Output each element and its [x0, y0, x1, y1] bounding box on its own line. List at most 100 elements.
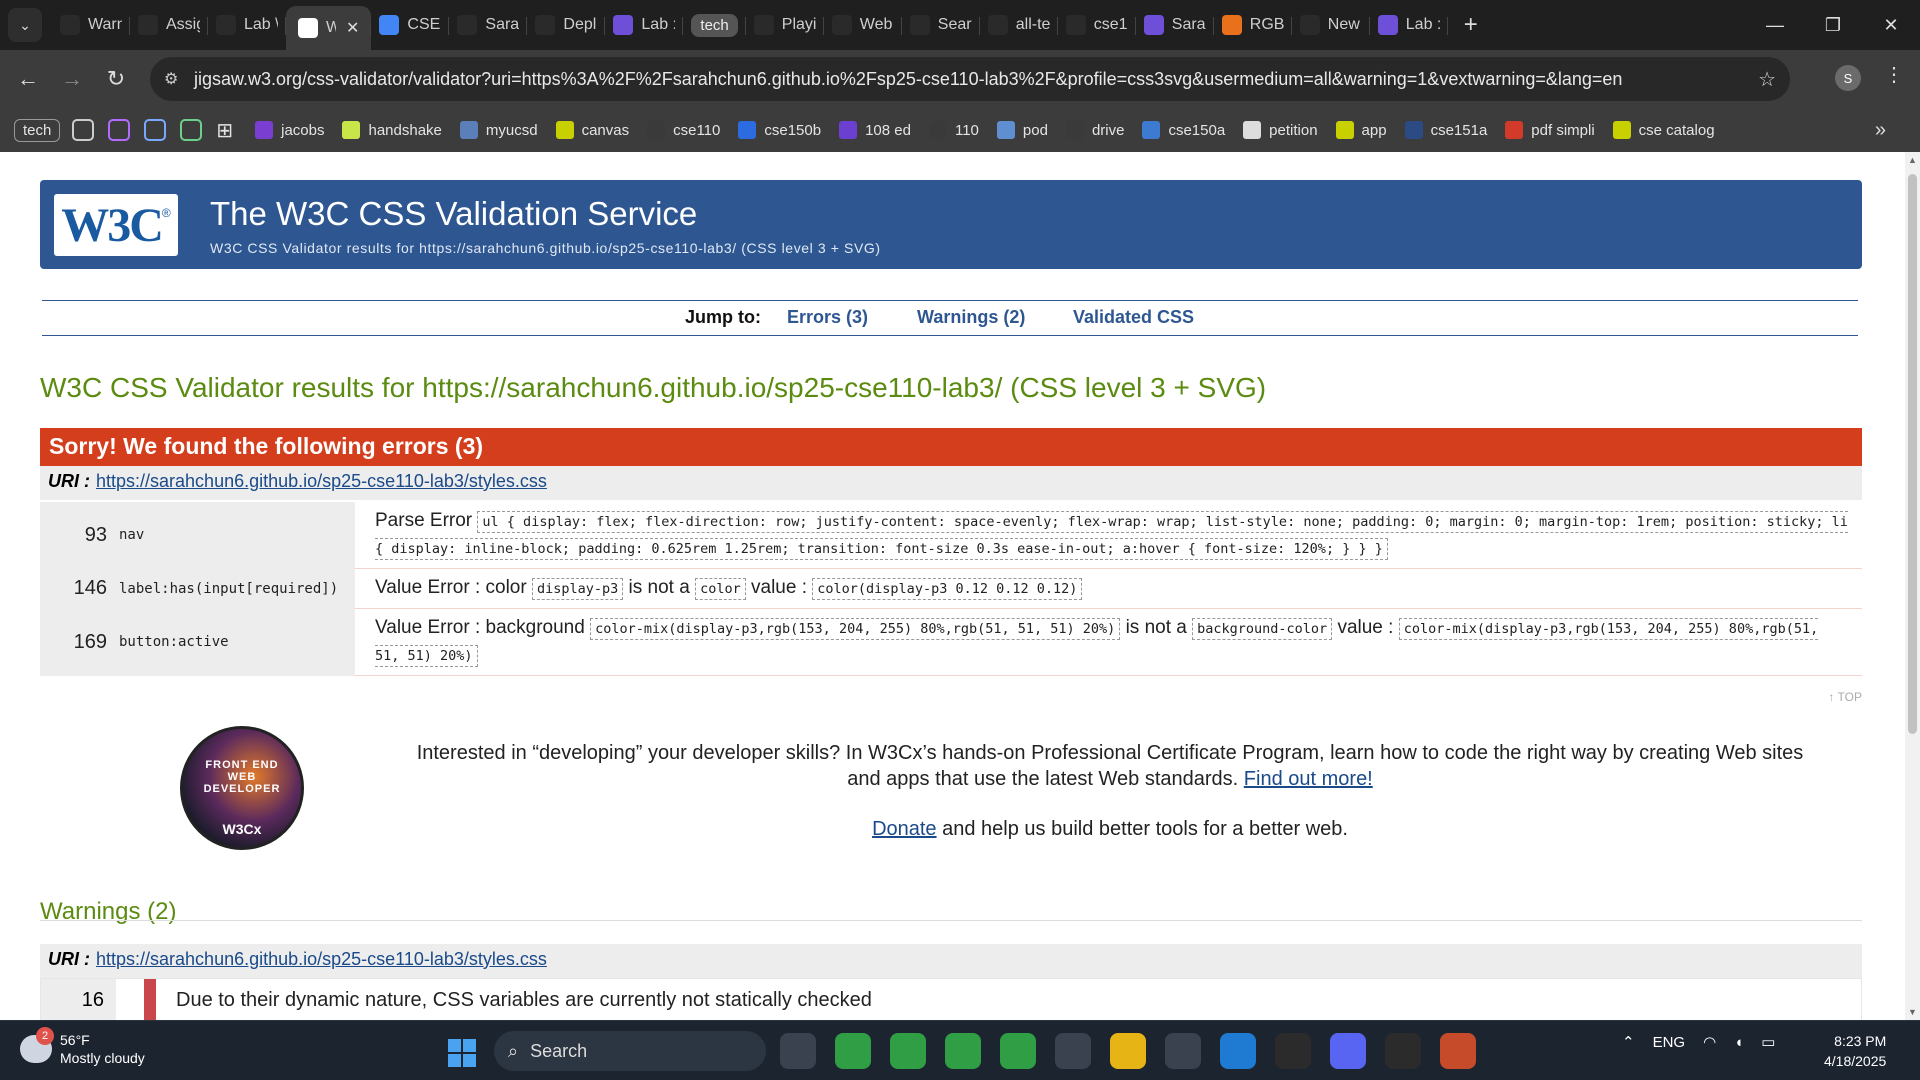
bookmark-cse-catalog[interactable]: cse catalog — [1612, 121, 1715, 139]
bookmark-canvas[interactable]: canvas — [555, 121, 629, 139]
tab-search-button[interactable]: ⌄ — [8, 8, 42, 42]
site-info-icon[interactable]: ⚙ — [164, 69, 184, 89]
jump-warnings-link[interactable]: Warnings (2) — [917, 307, 1025, 328]
browser-tab[interactable]: Sara — [1136, 5, 1214, 45]
promo-body: Interested in “developing” your develope… — [416, 742, 1804, 790]
bookmark-folder-icon[interactable] — [72, 119, 95, 141]
bookmark-110[interactable]: 110 — [928, 121, 979, 139]
bookmark-folder-icon[interactable] — [180, 119, 203, 141]
chevron-up-icon[interactable]: ⌃ — [1622, 1033, 1635, 1051]
audio-icon[interactable] — [1055, 1033, 1091, 1069]
menu-icon[interactable]: ⋮ — [1884, 62, 1904, 87]
w3cx-badge-image[interactable]: FRONT END WEB DEVELOPER W3Cx — [180, 726, 304, 850]
profile-avatar[interactable]: S — [1835, 65, 1861, 91]
donate-link[interactable]: Donate — [872, 818, 937, 840]
url-text[interactable]: jigsaw.w3.org/css-validator/validator?ur… — [194, 69, 1622, 90]
browser-tab[interactable]: Playi — [746, 5, 824, 45]
uri-link[interactable]: https://sarahchun6.github.io/sp25-cse110… — [96, 471, 547, 491]
jump-validated-css-link[interactable]: Validated CSS — [1073, 307, 1194, 328]
taskbar-search[interactable]: ⌕ Search — [494, 1031, 766, 1071]
handshake-icon — [342, 121, 361, 139]
browser-tab[interactable]: W ✕ — [286, 6, 372, 50]
browser-tab[interactable]: New — [1292, 5, 1370, 45]
bookmark-petition[interactable]: petition — [1243, 121, 1318, 139]
browser-tab[interactable]: Sear — [902, 5, 980, 45]
scrollbar-thumb[interactable] — [1908, 174, 1917, 734]
reload-button[interactable]: ↻ — [94, 66, 138, 92]
terminal-icon[interactable] — [1275, 1033, 1311, 1069]
bookmark-108-ed[interactable]: 108 ed — [839, 121, 911, 139]
bookmark-cse151a[interactable]: cse151a — [1404, 121, 1487, 139]
error-value: color-mix(display-p3,rgb(153, 204, 255) … — [590, 618, 1121, 640]
cmd-icon[interactable] — [1385, 1033, 1421, 1069]
tab-title: W — [326, 19, 336, 36]
volume-icon[interactable]: ◖ — [1734, 1034, 1743, 1051]
bookmark-label: 108 ed — [865, 121, 911, 139]
browser-tab[interactable]: Lab : — [1370, 5, 1448, 45]
back-to-top-link[interactable]: ↑ TOP — [1828, 690, 1862, 704]
chrome-profile-icon[interactable] — [890, 1033, 926, 1069]
bookmark-jacobs[interactable]: jacobs — [255, 121, 324, 139]
uri-link[interactable]: https://sarahchun6.github.io/sp25-cse110… — [96, 949, 547, 969]
find-out-more-link[interactable]: Find out more! — [1244, 768, 1373, 790]
maximize-button[interactable]: ❐ — [1804, 0, 1862, 50]
jump-errors-link[interactable]: Errors (3) — [787, 307, 868, 328]
chrome-third-icon[interactable] — [1000, 1033, 1036, 1069]
wifi-icon[interactable]: ◠ — [1703, 1033, 1716, 1051]
close-window-button[interactable]: ✕ — [1862, 0, 1920, 50]
minimize-button[interactable]: — — [1746, 0, 1804, 50]
browser-tab[interactable]: CSE1 — [371, 5, 450, 45]
bookmark-cse150a[interactable]: cse150a — [1142, 121, 1225, 139]
browser-tab[interactable]: Lab \ — [208, 5, 286, 45]
bookmark-cse110[interactable]: cse110 — [647, 121, 720, 139]
new-tab-button[interactable]: + — [1464, 11, 1478, 39]
browser-tab[interactable]: Web — [824, 5, 902, 45]
scroll-down-icon[interactable]: ▼ — [1907, 1007, 1918, 1017]
browser-tab[interactable]: cse1 — [1058, 5, 1136, 45]
error-prop: background-color — [1192, 618, 1333, 640]
browser-tab[interactable]: Assig — [130, 5, 208, 45]
bookmark-folder-icon[interactable] — [108, 119, 131, 141]
bookmark-star-icon[interactable]: ☆ — [1758, 67, 1776, 92]
file-explorer-icon[interactable] — [1110, 1033, 1146, 1069]
weather-widget[interactable]: 2 56°F Mostly cloudy — [20, 1027, 145, 1067]
browser-tab[interactable]: Depl — [527, 5, 606, 45]
bookmark-handshake[interactable]: handshake — [342, 121, 442, 139]
bookmark-cse150b[interactable]: cse150b — [738, 121, 821, 139]
more-bookmarks-icon[interactable]: » — [1875, 119, 1886, 142]
back-button[interactable]: ← — [6, 66, 50, 92]
tab-title: Lab : — [641, 16, 676, 33]
browser-tab[interactable]: Lab : — [605, 5, 684, 45]
battery-icon[interactable]: ▭ — [1761, 1033, 1775, 1051]
browser-tab[interactable]: Sara — [449, 5, 528, 45]
petition-icon — [1243, 121, 1262, 139]
task-view-icon[interactable] — [780, 1033, 816, 1069]
bookmark-drive[interactable]: drive — [1065, 121, 1124, 139]
page-scrollbar[interactable]: ▲ ▼ — [1905, 152, 1920, 1020]
git-icon[interactable] — [1440, 1033, 1476, 1069]
bookmark-group-tech[interactable]: tech — [14, 118, 61, 142]
start-button[interactable] — [448, 1039, 476, 1067]
chrome-alt-icon[interactable] — [945, 1033, 981, 1069]
bookmark-pdf-simpli[interactable]: pdf simpli — [1505, 121, 1595, 139]
tab-group-tech[interactable]: tech — [683, 5, 747, 45]
language-indicator[interactable]: ENG — [1653, 1034, 1686, 1051]
browser-tab[interactable]: all-te — [980, 5, 1058, 45]
bookmark-myucsd[interactable]: myucsd — [459, 121, 538, 139]
bookmark-pod[interactable]: pod — [996, 121, 1048, 139]
apps-grid-icon[interactable]: ⊞ — [216, 118, 233, 143]
clock[interactable]: 8:23 PM 4/18/2025 — [1824, 1031, 1886, 1071]
browser-tab[interactable]: Warn — [52, 5, 130, 45]
bookmark-folder-icon[interactable] — [144, 119, 167, 141]
3d-viewer-icon[interactable] — [1165, 1033, 1201, 1069]
address-bar[interactable]: ⚙ jigsaw.w3.org/css-validator/validator?… — [150, 57, 1790, 101]
discord-icon[interactable] — [1330, 1033, 1366, 1069]
forward-button[interactable]: → — [50, 66, 94, 92]
vscode-icon[interactable] — [1220, 1033, 1256, 1069]
chrome-icon[interactable] — [835, 1033, 871, 1069]
close-tab-icon[interactable]: ✕ — [346, 18, 359, 38]
w3c-logo[interactable]: W3C ® — [54, 194, 178, 256]
scroll-up-icon[interactable]: ▲ — [1907, 155, 1918, 165]
browser-tab[interactable]: RGB — [1214, 5, 1292, 45]
bookmark-app[interactable]: app — [1335, 121, 1387, 139]
